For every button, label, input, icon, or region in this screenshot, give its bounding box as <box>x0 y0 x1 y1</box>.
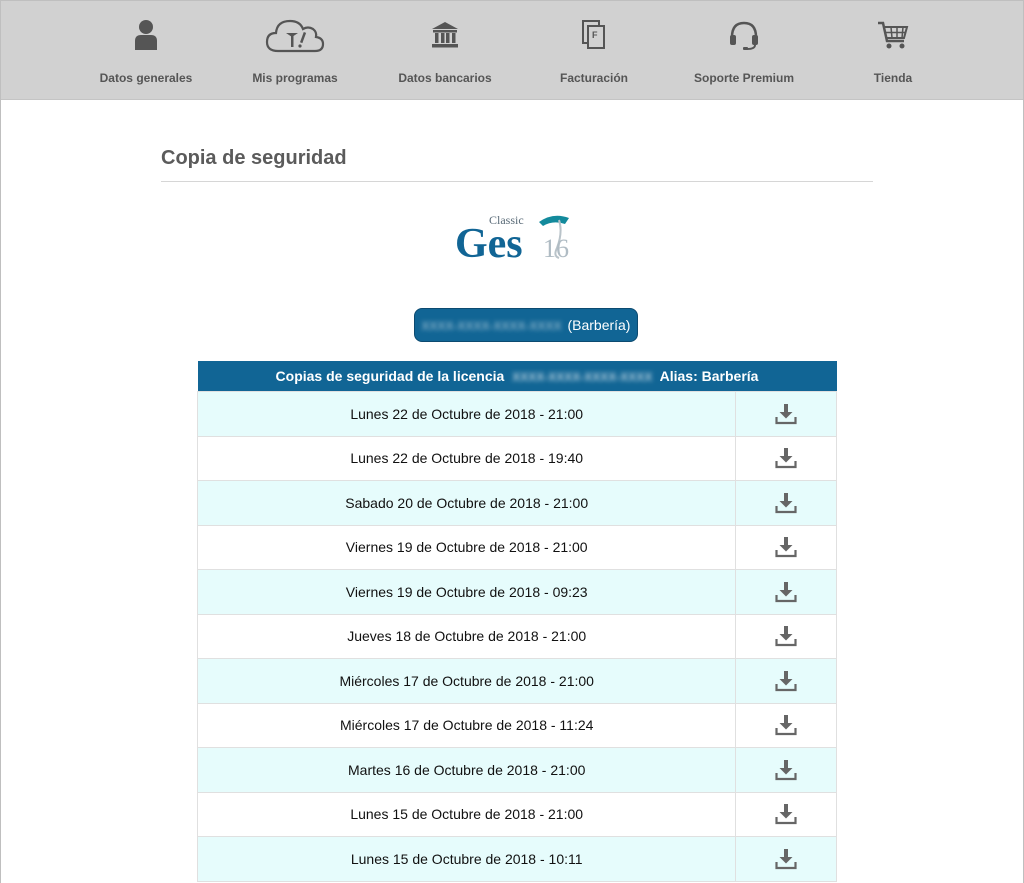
backup-date: Lunes 22 de Octubre de 2018 - 21:00 <box>196 391 737 437</box>
nav-label: Mis programas <box>252 71 338 85</box>
table-row: Martes 16 de Octubre de 2018 - 21:00 <box>196 747 837 793</box>
table-row: Viernes 19 de Octubre de 2018 - 21:00 <box>196 524 837 570</box>
download-icon <box>775 581 797 603</box>
license-number-redacted: XXXX-XXXX-XXXX-XXXX <box>512 370 653 384</box>
download-icon <box>775 536 797 558</box>
table-header-row: Copias de seguridad de la licencia XXXX-… <box>197 361 837 392</box>
backup-date: Lunes 22 de Octubre de 2018 - 19:40 <box>196 435 737 481</box>
table-header: Copias de seguridad de la licencia XXXX-… <box>197 361 837 392</box>
table-row: Lunes 22 de Octubre de 2018 - 21:00 <box>196 391 837 437</box>
backup-date: Miércoles 17 de Octubre de 2018 - 21:00 <box>196 658 737 704</box>
download-backup-button[interactable] <box>735 613 837 659</box>
nav-item-datos-bancarios[interactable]: Datos bancarios <box>370 1 520 100</box>
table-row: Lunes 15 de Octubre de 2018 - 21:00 <box>196 791 837 837</box>
license-alias: (Barbería) <box>567 317 631 333</box>
download-backup-button[interactable] <box>735 747 837 793</box>
backup-date: Lunes 15 de Octubre de 2018 - 10:11 <box>196 836 737 882</box>
cart-icon <box>818 15 968 55</box>
cloud-tools-icon <box>220 15 370 55</box>
table-header-prefix: Copias de seguridad de la licencia <box>275 368 505 384</box>
backups-table: Copias de seguridad de la licencia XXXX-… <box>196 361 837 882</box>
nav-label: Tienda <box>873 71 913 85</box>
logo-ges-text: Ges <box>455 221 523 266</box>
nav-label: Datos generales <box>99 71 193 85</box>
logo-version-text: 16 <box>543 234 569 263</box>
download-backup-button[interactable] <box>735 524 837 570</box>
download-backup-button[interactable] <box>735 836 837 882</box>
table-row: Lunes 15 de Octubre de 2018 - 10:11 <box>196 836 837 882</box>
nav-item-tienda[interactable]: Tienda <box>818 1 968 100</box>
download-backup-button[interactable] <box>735 569 837 615</box>
download-icon <box>775 803 797 825</box>
backup-date: Lunes 15 de Octubre de 2018 - 21:00 <box>196 791 737 837</box>
nav-item-datos-generales[interactable]: Datos generales <box>71 1 221 100</box>
table-row: Miércoles 17 de Octubre de 2018 - 21:00 <box>196 658 837 704</box>
download-backup-button[interactable] <box>735 480 837 526</box>
nav-item-facturacion[interactable]: F Facturación <box>519 1 669 100</box>
nav-item-mis-programas[interactable]: Mis programas <box>220 1 370 100</box>
nav-label: Datos bancarios <box>398 71 492 85</box>
table-row: Jueves 18 de Octubre de 2018 - 21:00 <box>196 613 837 659</box>
table-row: Miércoles 17 de Octubre de 2018 - 11:24 <box>196 702 837 748</box>
headset-icon <box>669 15 819 55</box>
nav-label: Facturación <box>559 71 628 85</box>
download-backup-button[interactable] <box>735 435 837 481</box>
top-nav: Datos generales Mis programas Datos banc… <box>1 0 1023 100</box>
svg-text:F: F <box>592 30 598 40</box>
main-content: Copia de seguridad <box>161 130 873 182</box>
download-backup-button[interactable] <box>735 391 837 437</box>
download-backup-button[interactable] <box>735 658 837 704</box>
table-row: Viernes 19 de Octubre de 2018 - 09:23 <box>196 569 837 615</box>
download-icon <box>775 759 797 781</box>
download-icon <box>775 714 797 736</box>
title-divider <box>161 181 873 182</box>
download-backup-button[interactable] <box>735 702 837 748</box>
backup-date: Miércoles 17 de Octubre de 2018 - 11:24 <box>196 702 737 748</box>
table-row: Lunes 22 de Octubre de 2018 - 19:40 <box>196 435 837 481</box>
backup-date: Martes 16 de Octubre de 2018 - 21:00 <box>196 747 737 793</box>
backup-date: Sabado 20 de Octubre de 2018 - 21:00 <box>196 480 737 526</box>
page-title: Copia de seguridad <box>161 147 347 169</box>
user-icon <box>71 15 221 55</box>
table-header-suffix: Alias: Barbería <box>659 368 759 384</box>
backup-date: Viernes 19 de Octubre de 2018 - 21:00 <box>196 524 737 570</box>
nav-label: Soporte Premium <box>693 71 795 85</box>
download-icon <box>775 848 797 870</box>
table-row: Sabado 20 de Octubre de 2018 - 21:00 <box>196 480 837 526</box>
backup-date: Jueves 18 de Octubre de 2018 - 21:00 <box>196 613 737 659</box>
download-icon <box>775 492 797 514</box>
license-number-redacted: XXXX-XXXX-XXXX-XXXX <box>421 319 562 333</box>
backup-date: Viernes 19 de Octubre de 2018 - 09:23 <box>196 569 737 615</box>
classicges-logo: Classic Ges 16 <box>455 208 585 267</box>
bank-icon <box>370 15 520 55</box>
download-icon <box>775 403 797 425</box>
nav-item-soporte-premium[interactable]: Soporte Premium <box>669 1 819 100</box>
download-icon <box>775 625 797 647</box>
download-backup-button[interactable] <box>735 791 837 837</box>
download-icon <box>775 447 797 469</box>
download-icon <box>775 670 797 692</box>
license-selector[interactable]: XXXX-XXXX-XXXX-XXXX (Barbería) <box>414 308 638 342</box>
invoice-icon: F <box>519 15 669 55</box>
